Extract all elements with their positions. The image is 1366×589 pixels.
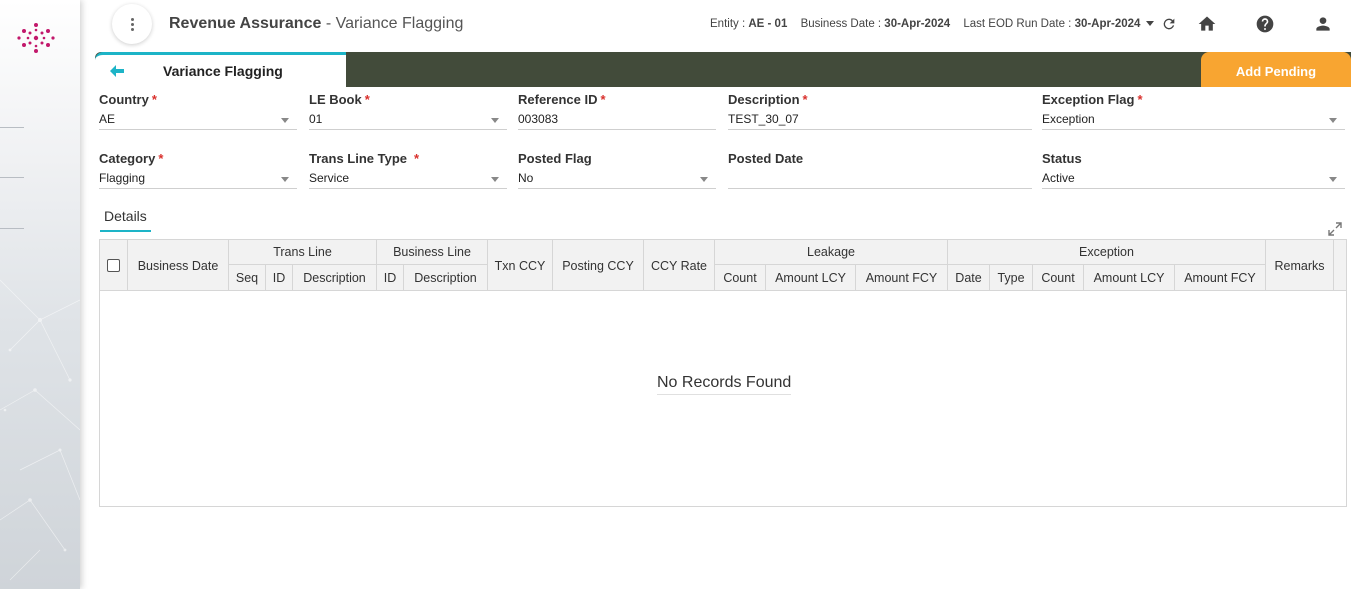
entity-info: Entity : AE - 01: [710, 18, 788, 30]
refresh-icon[interactable]: [1161, 16, 1177, 32]
status-field[interactable]: Status Active: [1042, 151, 1345, 195]
expand-icon[interactable]: [1327, 221, 1343, 237]
required-marker: *: [158, 151, 164, 166]
le-book-field[interactable]: LE Book * 01: [309, 92, 507, 136]
le-book-select[interactable]: 01: [309, 112, 507, 130]
network-background-graphic: [0, 279, 80, 581]
details-grid: Business Date Trans Line Seq ID Descript…: [99, 239, 1347, 507]
arrow-left-icon[interactable]: [109, 64, 125, 78]
reference-id-label: Reference ID: [518, 92, 598, 107]
col-exception-amount-fcy[interactable]: Amount FCY: [1175, 265, 1266, 291]
add-pending-button[interactable]: Add Pending: [1201, 52, 1351, 87]
col-trans-line-id[interactable]: ID: [266, 265, 293, 291]
select-all-cell: [100, 240, 128, 291]
col-posting-ccy[interactable]: Posting CCY: [553, 240, 644, 291]
category-label: Category: [99, 151, 156, 166]
top-bar: Revenue Assurance - Variance Flagging En…: [80, 0, 1366, 50]
chevron-down-icon[interactable]: [1146, 21, 1155, 27]
posted-flag-field[interactable]: Posted Flag No: [518, 151, 716, 195]
dropdown-arrow-icon[interactable]: [281, 177, 289, 182]
session-info: Entity : AE - 01 Business Date : 30-Apr-…: [710, 18, 1164, 30]
col-exception-amount-lcy[interactable]: Amount LCY: [1084, 265, 1175, 291]
description-input[interactable]: TEST_30_07: [728, 112, 1032, 130]
dropdown-arrow-icon[interactable]: [1329, 177, 1337, 182]
dropdown-arrow-icon[interactable]: [281, 118, 289, 123]
reference-id-input[interactable]: 003083: [518, 112, 716, 130]
rail-divider: [0, 228, 24, 229]
col-leakage-amount-lcy[interactable]: Amount LCY: [766, 265, 856, 291]
country-label: Country: [99, 92, 149, 107]
description-field[interactable]: Description * TEST_30_07: [728, 92, 1032, 136]
empty-state-message: No Records Found: [657, 374, 792, 395]
col-group-trans-line: Trans Line: [229, 240, 377, 265]
app-logo-icon[interactable]: [16, 20, 56, 56]
category-select[interactable]: Flagging: [99, 171, 297, 189]
home-icon[interactable]: [1197, 14, 1217, 34]
col-remarks[interactable]: Remarks: [1266, 240, 1334, 291]
exception-flag-select[interactable]: Exception: [1042, 112, 1345, 130]
grid-header: Business Date Trans Line Seq ID Descript…: [100, 240, 1346, 291]
dropdown-arrow-icon[interactable]: [491, 177, 499, 182]
dropdown-arrow-icon[interactable]: [700, 177, 708, 182]
select-all-checkbox[interactable]: [107, 259, 120, 272]
col-seq[interactable]: Seq: [229, 265, 266, 291]
app-title: Revenue Assurance: [169, 15, 322, 32]
required-marker: *: [802, 92, 808, 107]
dropdown-arrow-icon[interactable]: [491, 118, 499, 123]
le-book-label: LE Book: [309, 92, 362, 107]
required-marker: *: [600, 92, 606, 107]
col-group-exception: Exception: [948, 240, 1266, 265]
col-exception-type[interactable]: Type: [990, 265, 1033, 291]
description-label: Description: [728, 92, 800, 107]
more-menu-button[interactable]: [112, 4, 152, 44]
col-exception-count[interactable]: Count: [1033, 265, 1084, 291]
exception-flag-label: Exception Flag: [1042, 92, 1135, 107]
col-leakage-count[interactable]: Count: [715, 265, 766, 291]
required-marker: *: [151, 92, 157, 107]
col-business-line-id[interactable]: ID: [377, 265, 404, 291]
eod-date-info[interactable]: Last EOD Run Date : 30-Apr-2024: [963, 18, 1155, 30]
business-date-info: Business Date : 30-Apr-2024: [800, 18, 951, 30]
status-select[interactable]: Active: [1042, 171, 1345, 189]
category-field[interactable]: Category * Flagging: [99, 151, 297, 195]
status-label: Status: [1042, 151, 1082, 166]
posted-date-label: Posted Date: [728, 151, 804, 166]
reference-id-field[interactable]: Reference ID * 003083: [518, 92, 716, 136]
left-sidebar: [0, 0, 80, 589]
page-title: Revenue Assurance - Variance Flagging: [169, 15, 463, 33]
posted-flag-label: Posted Flag: [518, 151, 592, 166]
required-marker: *: [1137, 92, 1143, 107]
tab-details[interactable]: Details: [100, 208, 151, 232]
tab-label: Variance Flagging: [163, 63, 283, 79]
trans-line-type-select[interactable]: Service: [309, 171, 507, 189]
user-icon[interactable]: [1313, 14, 1333, 34]
rail-divider: [0, 127, 24, 128]
col-exception-date[interactable]: Date: [948, 265, 990, 291]
country-field[interactable]: Country * AE: [99, 92, 297, 136]
col-txn-ccy[interactable]: Txn CCY: [488, 240, 553, 291]
col-leakage-amount-fcy[interactable]: Amount FCY: [856, 265, 948, 291]
required-marker: *: [414, 151, 420, 166]
help-icon[interactable]: [1255, 14, 1275, 34]
tab-variance-flagging[interactable]: Variance Flagging: [95, 52, 346, 87]
col-trans-line-description[interactable]: Description: [293, 265, 377, 291]
rail-divider: [0, 177, 24, 178]
posted-flag-select[interactable]: No: [518, 171, 716, 189]
exception-flag-field[interactable]: Exception Flag * Exception: [1042, 92, 1345, 136]
country-select[interactable]: AE: [99, 112, 297, 130]
posted-date-field[interactable]: Posted Date: [728, 151, 1032, 195]
col-ccy-rate[interactable]: CCY Rate: [644, 240, 715, 291]
vertical-dots-icon: [130, 17, 134, 32]
trans-line-type-label: Trans Line Type: [309, 151, 408, 166]
required-marker: *: [364, 92, 370, 107]
col-group-business-line: Business Line: [377, 240, 488, 265]
dropdown-arrow-icon[interactable]: [1329, 118, 1337, 123]
col-business-line-description[interactable]: Description: [404, 265, 488, 291]
col-group-leakage: Leakage: [715, 240, 948, 265]
col-business-date[interactable]: Business Date: [128, 240, 229, 291]
posted-date-input[interactable]: [728, 171, 1032, 189]
trans-line-type-field[interactable]: Trans Line Type * Service: [309, 151, 507, 195]
screen-title: - Variance Flagging: [321, 15, 464, 32]
